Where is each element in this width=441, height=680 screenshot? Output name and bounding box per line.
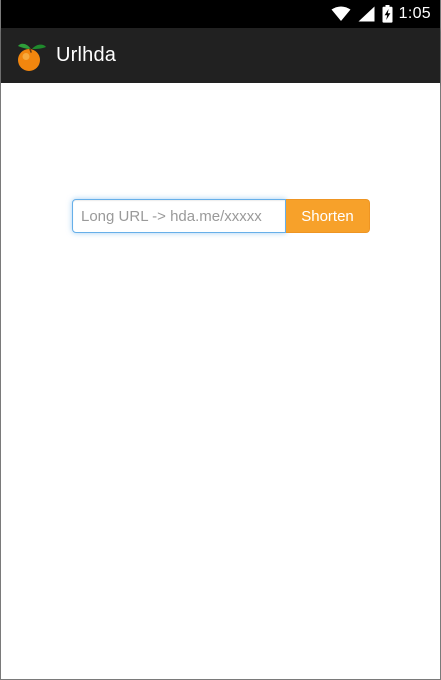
long-url-input[interactable] bbox=[72, 199, 286, 233]
status-bar: 1:05 bbox=[1, 0, 440, 28]
status-icons bbox=[331, 5, 393, 23]
app-bar: Urlhda bbox=[1, 28, 440, 83]
app-title: Urlhda bbox=[56, 44, 117, 66]
shorten-button[interactable]: Shorten bbox=[286, 199, 370, 233]
shorten-form: Shorten bbox=[72, 199, 370, 233]
battery-charging-icon bbox=[382, 5, 393, 23]
status-bar-time: 1:05 bbox=[398, 5, 431, 22]
main-content: Shorten bbox=[1, 83, 440, 679]
orange-fruit-icon bbox=[18, 43, 46, 71]
wifi-icon bbox=[331, 6, 351, 21]
app-screen: 1:05 Urlhda Shorten bbox=[0, 0, 441, 680]
cellular-signal-icon bbox=[358, 6, 375, 22]
